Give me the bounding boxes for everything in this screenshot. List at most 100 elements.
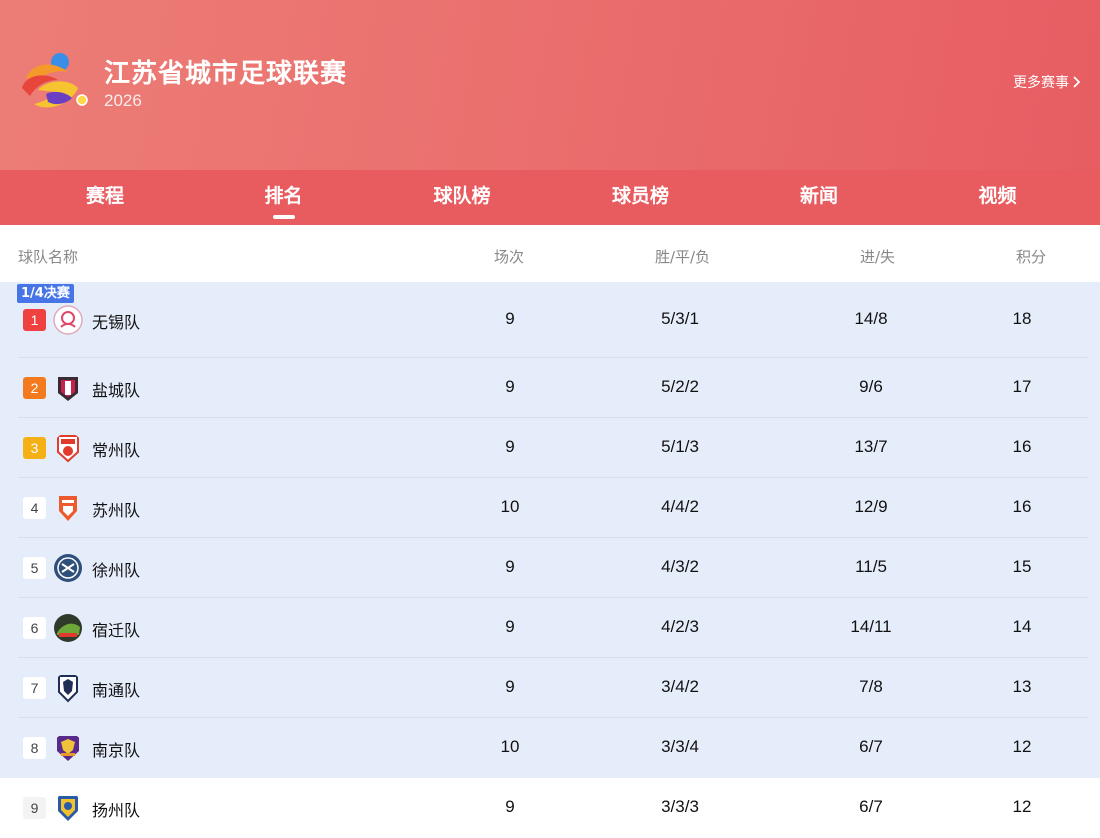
table-row[interactable]: 2 盐城队 9 5/2/2 9/6 17 [0,358,1100,418]
tab-news[interactable]: 新闻 [714,170,924,225]
rank-badge: 2 [23,377,46,399]
league-header: 江苏省城市足球联赛 2026 更多赛事 [0,0,1100,170]
header-team: 球队名称 [18,248,79,266]
more-events-label: 更多赛事 [1013,75,1069,91]
cell-wdl: 3/4/2 [661,677,699,696]
cell-wdl: 4/3/2 [661,557,699,576]
header-goals: 进/失 [860,248,896,266]
standings-table: 球队名称 场次 胜/平/负 进/失 积分 1/4决赛 1 无锡队 9 5/3/1… [0,225,1100,838]
team-name: 南通队 [92,681,141,700]
cell-played: 9 [505,557,515,576]
rank-badge: 4 [23,497,46,519]
stage-tag: 1/4决赛 [17,284,74,303]
cell-wdl: 4/4/2 [661,497,699,516]
nantong-badge-icon [58,675,78,703]
tab-player-stats[interactable]: 球员榜 [567,170,714,225]
table-header: 球队名称 场次 胜/平/负 进/失 积分 [0,225,1100,282]
tab-bar: 赛程 排名 球队榜 球员榜 新闻 视频 [0,170,1100,225]
cell-goals: 6/7 [859,797,883,816]
cell-points: 13 [1012,677,1032,696]
rank-badge: 7 [23,677,46,699]
yancheng-badge-icon [58,377,78,401]
table-row[interactable]: 9 扬州队 9 3/3/3 6/7 12 [0,778,1100,838]
tab-videos[interactable]: 视频 [924,170,1071,225]
cell-played: 9 [505,309,515,328]
nanjing-badge-icon [57,736,79,761]
rank-badge: 6 [23,617,46,639]
suzhou-badge-icon [59,496,77,521]
cell-points: 12 [1012,737,1032,756]
header-wdl: 胜/平/负 [655,248,711,266]
table-row[interactable]: 8 南京队 10 3/3/4 6/7 12 [0,718,1100,778]
cell-goals: 6/7 [859,737,883,756]
team-name: 常州队 [92,441,141,460]
rank-badge: 9 [23,797,46,819]
table-body: 1/4决赛 1 无锡队 9 5/3/1 14/8 18 2 盐城队 9 5/2/… [0,282,1100,838]
team-name: 苏州队 [92,501,141,520]
table-row[interactable]: 5 徐州队 9 4/3/2 11/5 15 [0,538,1100,598]
cell-played: 9 [505,617,515,636]
tab-schedule[interactable]: 赛程 [0,170,210,225]
cell-goals: 14/11 [850,617,892,636]
tab-label: 视频 [978,185,1017,207]
cell-goals: 13/7 [854,437,888,456]
team-name: 无锡队 [92,313,141,332]
tab-label: 赛程 [85,185,124,207]
cell-wdl: 4/2/3 [661,617,699,636]
header-played: 场次 [494,248,525,266]
cell-wdl: 5/2/2 [661,377,699,396]
cell-goals: 11/5 [855,557,887,576]
tab-team-stats[interactable]: 球队榜 [357,170,567,225]
rank-badge: 8 [23,737,46,759]
table-row[interactable]: 1/4决赛 1 无锡队 9 5/3/1 14/8 18 [0,282,1100,358]
cell-points: 18 [1012,309,1032,328]
team-name: 南京队 [92,741,141,760]
cell-goals: 9/6 [859,377,883,396]
team-name: 宿迁队 [92,621,141,640]
team-name: 盐城队 [92,381,141,400]
rank-badge: 1 [23,309,46,331]
cell-played: 9 [505,437,515,456]
league-title: 江苏省城市足球联赛 [104,59,348,89]
xuzhou-badge-icon [54,554,82,582]
team-name: 扬州队 [92,801,141,820]
header-points: 积分 [1016,248,1047,266]
cell-played: 10 [500,737,520,756]
cell-played: 9 [505,797,515,816]
rank-badge: 3 [23,437,46,459]
wuxi-badge-icon [53,305,83,335]
league-logo-icon [22,53,88,108]
tab-label: 新闻 [799,185,838,207]
table-row[interactable]: 7 南通队 9 3/4/2 7/8 13 [0,658,1100,718]
cell-goals: 14/8 [854,309,888,328]
table-row[interactable]: 3 常州队 9 5/1/3 13/7 16 [0,418,1100,478]
league-year: 2026 [104,91,142,110]
cell-played: 9 [505,377,515,396]
cell-played: 10 [500,497,520,516]
more-events-link[interactable]: 更多赛事 [1013,72,1082,92]
changzhou-badge-icon [57,435,79,463]
cell-points: 16 [1012,437,1032,456]
chevron-right-icon [1073,76,1081,88]
cell-goals: 12/9 [854,497,888,516]
cell-points: 16 [1012,497,1032,516]
cell-points: 14 [1012,617,1032,636]
table-row[interactable]: 6 宿迁队 9 4/2/3 14/11 14 [0,598,1100,658]
cell-points: 17 [1012,377,1032,396]
tab-label: 排名 [264,185,303,207]
table-row[interactable]: 4 苏州队 10 4/4/2 12/9 16 [0,478,1100,538]
cell-wdl: 5/1/3 [661,437,699,456]
cell-wdl: 5/3/1 [661,309,699,328]
cell-goals: 7/8 [859,677,883,696]
tab-label: 球员榜 [611,185,669,207]
cell-played: 9 [505,677,515,696]
rank-badge: 5 [23,557,46,579]
suqian-badge-icon [54,614,82,642]
cell-wdl: 3/3/4 [661,737,699,756]
yangzhou-badge-icon [58,796,78,821]
cell-points: 12 [1012,797,1032,816]
tab-standings[interactable]: 排名 [210,170,357,225]
active-tab-indicator [272,215,295,219]
team-name: 徐州队 [92,561,141,580]
cell-points: 15 [1012,557,1032,576]
